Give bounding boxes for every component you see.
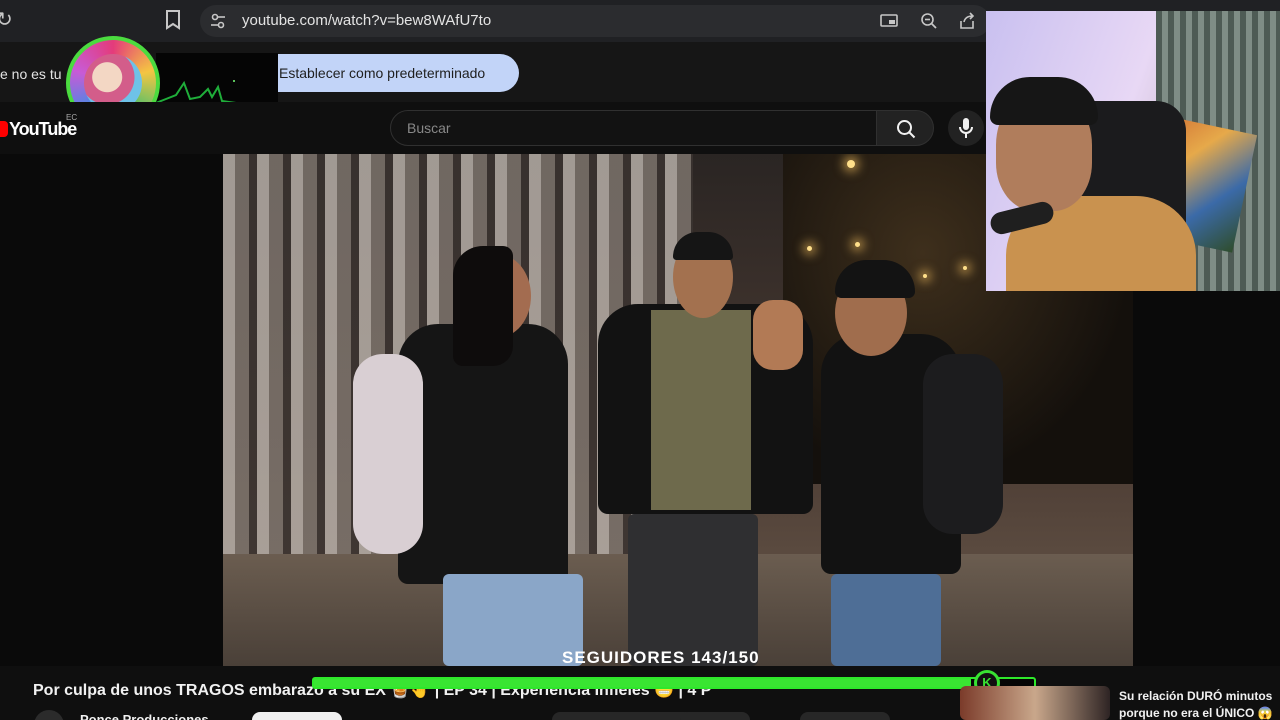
url-text[interactable]: youtube.com/watch?v=bew8WAfU7to (242, 12, 491, 29)
related-video-title[interactable]: Su relación DURÓ minutos porque no era e… (1119, 688, 1279, 720)
voice-search-button[interactable] (948, 110, 984, 146)
channel-name[interactable]: Ponce Producciones (80, 712, 209, 720)
share-button[interactable] (680, 712, 750, 720)
youtube-logo[interactable]: YouTube (0, 118, 77, 140)
related-title-line-2: porque no era el ÚNICO 😱 (1119, 706, 1273, 720)
tune-icon[interactable] (210, 13, 226, 29)
microphone-icon (959, 118, 973, 138)
search-input[interactable] (391, 111, 877, 145)
bookmark-icon[interactable] (164, 10, 182, 30)
channel-avatar[interactable] (34, 710, 64, 720)
search-icon (897, 120, 916, 139)
related-title-line-1: Su relación DURÓ minutos (1119, 689, 1273, 703)
youtube-play-icon (0, 121, 8, 137)
video-info: Por culpa de unos TRAGOS embarazó a su E… (0, 666, 1280, 720)
page: ↻ youtube.com/watch?v=bew8WAfU7to e no e… (0, 0, 1280, 720)
cast-icon[interactable] (880, 12, 898, 30)
search-box[interactable] (390, 110, 878, 146)
reload-icon[interactable]: ↻ (0, 10, 16, 30)
share-icon[interactable] (958, 12, 976, 30)
follower-goal-fill (314, 679, 972, 687)
related-video-thumbnail[interactable] (960, 686, 1110, 720)
followers-overlay-text: SEGUIDORES 143/150 (562, 648, 760, 667)
subscribe-button[interactable] (252, 712, 342, 720)
infobar-text: e no es tu (0, 66, 62, 82)
search-button[interactable] (876, 110, 934, 146)
address-bar[interactable]: youtube.com/watch?v=bew8WAfU7to (200, 5, 990, 37)
download-button[interactable] (800, 712, 890, 720)
follower-goal-bar (312, 677, 1036, 689)
zoom-out-icon[interactable] (920, 12, 938, 30)
set-default-button[interactable]: Establecer como predeterminado (262, 54, 519, 92)
streamer-webcam (986, 11, 1280, 291)
country-code: EC (66, 113, 78, 122)
